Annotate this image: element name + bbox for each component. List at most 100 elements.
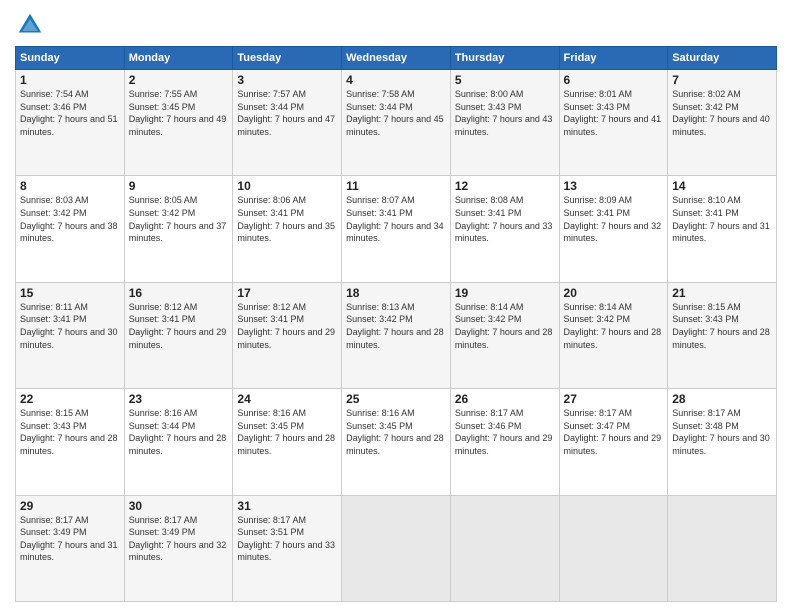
daylight-label: Daylight: 7 hours and 29 minutes. — [129, 327, 227, 350]
sunset-label: Sunset: 3:43 PM — [20, 421, 87, 431]
day-info: Sunrise: 8:10 AM Sunset: 3:41 PM Dayligh… — [672, 194, 772, 244]
day-number: 27 — [564, 392, 664, 406]
day-info: Sunrise: 7:57 AM Sunset: 3:44 PM Dayligh… — [237, 88, 337, 138]
daylight-label: Daylight: 7 hours and 32 minutes. — [564, 221, 662, 244]
day-header-saturday: Saturday — [668, 47, 777, 70]
day-header-tuesday: Tuesday — [233, 47, 342, 70]
calendar-cell — [559, 495, 668, 601]
day-info: Sunrise: 8:06 AM Sunset: 3:41 PM Dayligh… — [237, 194, 337, 244]
calendar-cell: 14 Sunrise: 8:10 AM Sunset: 3:41 PM Dayl… — [668, 176, 777, 282]
calendar-header: SundayMondayTuesdayWednesdayThursdayFrid… — [16, 47, 777, 70]
day-number: 8 — [20, 179, 120, 193]
day-info: Sunrise: 8:03 AM Sunset: 3:42 PM Dayligh… — [20, 194, 120, 244]
sunrise-label: Sunrise: 8:12 AM — [129, 302, 198, 312]
calendar-cell: 25 Sunrise: 8:16 AM Sunset: 3:45 PM Dayl… — [342, 389, 451, 495]
day-info: Sunrise: 8:17 AM Sunset: 3:49 PM Dayligh… — [20, 514, 120, 564]
calendar-cell: 5 Sunrise: 8:00 AM Sunset: 3:43 PM Dayli… — [450, 70, 559, 176]
sunrise-label: Sunrise: 8:14 AM — [455, 302, 524, 312]
day-number: 7 — [672, 73, 772, 87]
sunrise-label: Sunrise: 8:17 AM — [129, 515, 198, 525]
sunrise-label: Sunrise: 8:16 AM — [237, 408, 306, 418]
daylight-label: Daylight: 7 hours and 29 minutes. — [455, 433, 553, 456]
calendar-week-5: 29 Sunrise: 8:17 AM Sunset: 3:49 PM Dayl… — [16, 495, 777, 601]
daylight-label: Daylight: 7 hours and 45 minutes. — [346, 114, 444, 137]
sunset-label: Sunset: 3:44 PM — [346, 102, 413, 112]
day-number: 2 — [129, 73, 229, 87]
daylight-label: Daylight: 7 hours and 34 minutes. — [346, 221, 444, 244]
day-number: 18 — [346, 286, 446, 300]
daylight-label: Daylight: 7 hours and 28 minutes. — [20, 433, 118, 456]
calendar-cell — [668, 495, 777, 601]
daylight-label: Daylight: 7 hours and 31 minutes. — [20, 540, 118, 563]
day-number: 29 — [20, 499, 120, 513]
sunset-label: Sunset: 3:44 PM — [129, 421, 196, 431]
sunset-label: Sunset: 3:42 PM — [346, 314, 413, 324]
sunset-label: Sunset: 3:41 PM — [129, 314, 196, 324]
calendar-cell — [342, 495, 451, 601]
calendar-cell: 2 Sunrise: 7:55 AM Sunset: 3:45 PM Dayli… — [124, 70, 233, 176]
calendar-table: SundayMondayTuesdayWednesdayThursdayFrid… — [15, 46, 777, 602]
sunset-label: Sunset: 3:47 PM — [564, 421, 631, 431]
day-header-friday: Friday — [559, 47, 668, 70]
sunset-label: Sunset: 3:45 PM — [129, 102, 196, 112]
calendar-cell: 10 Sunrise: 8:06 AM Sunset: 3:41 PM Dayl… — [233, 176, 342, 282]
day-number: 1 — [20, 73, 120, 87]
sunset-label: Sunset: 3:48 PM — [672, 421, 739, 431]
day-info: Sunrise: 8:17 AM Sunset: 3:49 PM Dayligh… — [129, 514, 229, 564]
logo-icon — [15, 10, 45, 40]
day-info: Sunrise: 8:05 AM Sunset: 3:42 PM Dayligh… — [129, 194, 229, 244]
calendar-cell: 24 Sunrise: 8:16 AM Sunset: 3:45 PM Dayl… — [233, 389, 342, 495]
calendar-cell: 18 Sunrise: 8:13 AM Sunset: 3:42 PM Dayl… — [342, 282, 451, 388]
sunset-label: Sunset: 3:41 PM — [237, 208, 304, 218]
day-number: 26 — [455, 392, 555, 406]
sunset-label: Sunset: 3:41 PM — [672, 208, 739, 218]
day-number: 14 — [672, 179, 772, 193]
sunset-label: Sunset: 3:49 PM — [20, 527, 87, 537]
day-info: Sunrise: 8:17 AM Sunset: 3:48 PM Dayligh… — [672, 407, 772, 457]
daylight-label: Daylight: 7 hours and 35 minutes. — [237, 221, 335, 244]
sunset-label: Sunset: 3:51 PM — [237, 527, 304, 537]
daylight-label: Daylight: 7 hours and 31 minutes. — [672, 221, 770, 244]
daylight-label: Daylight: 7 hours and 51 minutes. — [20, 114, 118, 137]
day-number: 24 — [237, 392, 337, 406]
sunrise-label: Sunrise: 8:14 AM — [564, 302, 633, 312]
day-info: Sunrise: 8:11 AM Sunset: 3:41 PM Dayligh… — [20, 301, 120, 351]
calendar-cell: 23 Sunrise: 8:16 AM Sunset: 3:44 PM Dayl… — [124, 389, 233, 495]
sunset-label: Sunset: 3:41 PM — [237, 314, 304, 324]
sunset-label: Sunset: 3:42 PM — [20, 208, 87, 218]
day-number: 17 — [237, 286, 337, 300]
calendar-cell: 4 Sunrise: 7:58 AM Sunset: 3:44 PM Dayli… — [342, 70, 451, 176]
day-number: 19 — [455, 286, 555, 300]
sunrise-label: Sunrise: 8:17 AM — [672, 408, 741, 418]
day-number: 11 — [346, 179, 446, 193]
day-number: 13 — [564, 179, 664, 193]
daylight-label: Daylight: 7 hours and 33 minutes. — [237, 540, 335, 563]
calendar-week-2: 8 Sunrise: 8:03 AM Sunset: 3:42 PM Dayli… — [16, 176, 777, 282]
sunrise-label: Sunrise: 8:17 AM — [20, 515, 89, 525]
calendar-cell: 31 Sunrise: 8:17 AM Sunset: 3:51 PM Dayl… — [233, 495, 342, 601]
day-info: Sunrise: 7:54 AM Sunset: 3:46 PM Dayligh… — [20, 88, 120, 138]
sunrise-label: Sunrise: 8:17 AM — [237, 515, 306, 525]
day-info: Sunrise: 8:15 AM Sunset: 3:43 PM Dayligh… — [20, 407, 120, 457]
sunrise-label: Sunrise: 7:58 AM — [346, 89, 415, 99]
calendar-cell: 12 Sunrise: 8:08 AM Sunset: 3:41 PM Dayl… — [450, 176, 559, 282]
calendar-cell: 7 Sunrise: 8:02 AM Sunset: 3:42 PM Dayli… — [668, 70, 777, 176]
sunset-label: Sunset: 3:43 PM — [455, 102, 522, 112]
daylight-label: Daylight: 7 hours and 43 minutes. — [455, 114, 553, 137]
day-info: Sunrise: 7:55 AM Sunset: 3:45 PM Dayligh… — [129, 88, 229, 138]
page: SundayMondayTuesdayWednesdayThursdayFrid… — [0, 0, 792, 612]
daylight-label: Daylight: 7 hours and 28 minutes. — [672, 327, 770, 350]
daylight-label: Daylight: 7 hours and 38 minutes. — [20, 221, 118, 244]
sunset-label: Sunset: 3:42 PM — [129, 208, 196, 218]
day-info: Sunrise: 7:58 AM Sunset: 3:44 PM Dayligh… — [346, 88, 446, 138]
day-info: Sunrise: 8:09 AM Sunset: 3:41 PM Dayligh… — [564, 194, 664, 244]
sunset-label: Sunset: 3:49 PM — [129, 527, 196, 537]
day-number: 3 — [237, 73, 337, 87]
daylight-label: Daylight: 7 hours and 37 minutes. — [129, 221, 227, 244]
calendar-cell: 30 Sunrise: 8:17 AM Sunset: 3:49 PM Dayl… — [124, 495, 233, 601]
day-number: 23 — [129, 392, 229, 406]
calendar-cell: 6 Sunrise: 8:01 AM Sunset: 3:43 PM Dayli… — [559, 70, 668, 176]
day-number: 20 — [564, 286, 664, 300]
daylight-label: Daylight: 7 hours and 29 minutes. — [237, 327, 335, 350]
daylight-label: Daylight: 7 hours and 47 minutes. — [237, 114, 335, 137]
